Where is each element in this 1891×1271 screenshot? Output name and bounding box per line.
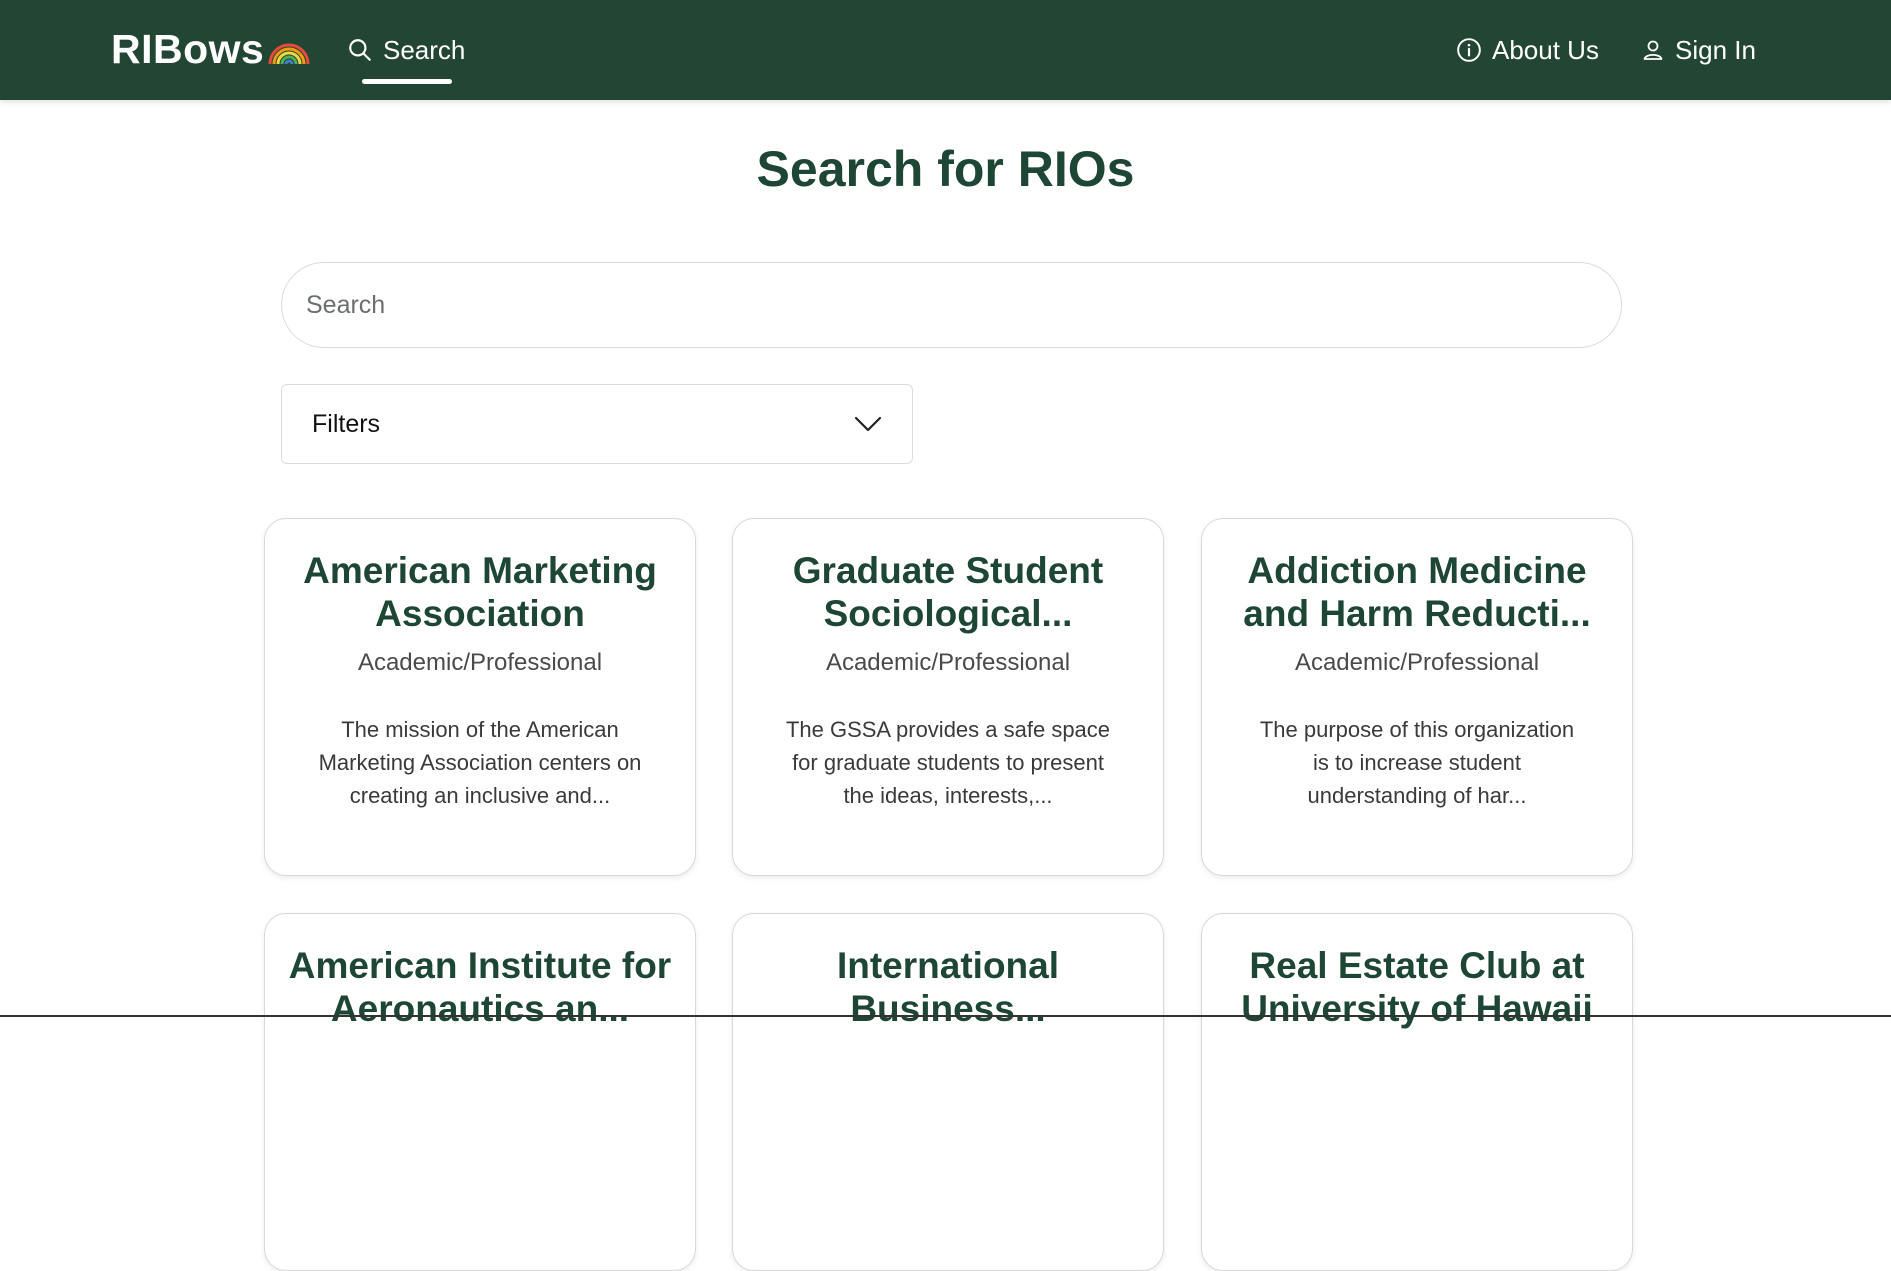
logo-text: RIBows	[111, 25, 265, 72]
card-title: American Institute for Aeronautics an...	[288, 945, 672, 1029]
rio-card[interactable]: Graduate Student Sociological... Academi…	[732, 518, 1164, 876]
card-category: Academic/Professional	[357, 649, 603, 676]
rio-card[interactable]: International Business...	[732, 913, 1164, 1271]
page-title: Search for RIOs	[756, 141, 1135, 197]
search-icon	[349, 39, 371, 61]
rainbow-icon	[268, 43, 310, 65]
nav-signin-label: Sign In	[1675, 34, 1756, 65]
chevron-down-icon	[854, 416, 882, 432]
card-description: The purpose of this organization is to i…	[1259, 717, 1575, 808]
filters-label: Filters	[312, 409, 381, 438]
rio-card[interactable]: Real Estate Club at University of Hawaii	[1201, 913, 1633, 1271]
card-description: The GSSA provides a safe space for gradu…	[785, 717, 1111, 808]
rio-card[interactable]: Addiction Medicine and Harm Reducti... A…	[1201, 518, 1633, 876]
card-title: Addiction Medicine and Harm Reducti...	[1243, 550, 1591, 634]
card-title: American Marketing Association	[303, 550, 657, 634]
nav-search-label: Search	[383, 34, 466, 65]
rio-card[interactable]: American Marketing Association Academic/…	[264, 518, 696, 876]
ribows-logo[interactable]: RIBows	[111, 26, 312, 72]
nav-about-label: About Us	[1492, 34, 1599, 65]
filters-dropdown[interactable]: Filters	[281, 384, 913, 464]
nav-signin-link[interactable]: Sign In	[1641, 30, 1756, 70]
nav-search-link[interactable]: Search	[347, 30, 465, 70]
card-title: Real Estate Club at University of Hawaii	[1241, 945, 1593, 1029]
card-title: Graduate Student Sociological...	[792, 550, 1104, 634]
card-category: Academic/Professional	[825, 649, 1071, 676]
rio-card[interactable]: American Institute for Aeronautics an...	[264, 913, 696, 1271]
active-tab-indicator	[362, 79, 452, 84]
top-navbar: RIBows Search About Us Sign In	[0, 0, 1891, 100]
card-title: International Business...	[836, 945, 1060, 1029]
info-icon	[1457, 38, 1481, 62]
nav-about-link[interactable]: About Us	[1456, 30, 1599, 70]
card-category: Academic/Professional	[1294, 649, 1540, 676]
card-description: The mission of the American Marketing As…	[318, 717, 642, 808]
user-icon	[1643, 40, 1663, 60]
search-input[interactable]	[281, 262, 1622, 348]
